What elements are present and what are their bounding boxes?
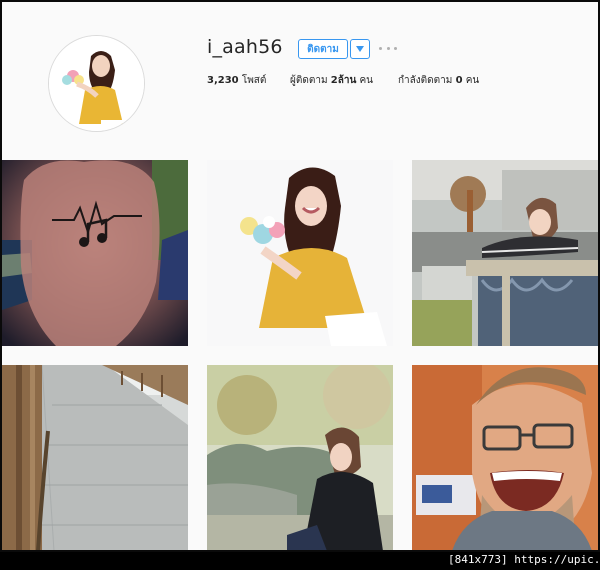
post-tile[interactable] — [207, 160, 393, 346]
followers-value: 2ล้าน — [330, 75, 357, 86]
hand-tattoo-photo — [2, 160, 188, 346]
profile-page: i_aah56 ติดตาม 3,230 โพสต์ ผู้ติดตาม 2ล้… — [0, 0, 600, 552]
following-suffix: คน — [465, 75, 480, 86]
woman-balcony-photo — [412, 160, 598, 346]
following-prefix: กำลังติดตาม — [398, 75, 453, 86]
following-value: 0 — [455, 75, 463, 86]
woman-yellow-sweater-photo — [207, 160, 393, 346]
wooden-boardwalk-photo — [2, 365, 188, 550]
follow-button[interactable]: ติดตาม — [298, 39, 348, 59]
posts-value: 3,230 — [207, 75, 239, 86]
followers-count[interactable]: ผู้ติดตาม 2ล้าน คน — [290, 73, 373, 88]
image-watermark: [841x773] https://upic.me/ — [448, 553, 600, 566]
post-tile[interactable] — [412, 160, 598, 346]
more-options-button[interactable] — [379, 43, 397, 53]
post-tile[interactable] — [412, 365, 598, 550]
followers-suffix: คน — [359, 75, 374, 86]
followers-prefix: ผู้ติดตาม — [290, 75, 328, 86]
following-count[interactable]: กำลังติดตาม 0 คน — [398, 73, 479, 88]
profile-avatar[interactable] — [48, 35, 145, 132]
chevron-down-icon — [356, 46, 364, 52]
post-tile[interactable] — [207, 365, 393, 550]
posts-count[interactable]: 3,230 โพสต์ — [207, 73, 266, 88]
laughing-man-photo — [412, 365, 598, 550]
ellipsis-icon — [379, 46, 382, 50]
post-tile[interactable] — [2, 365, 188, 550]
profile-username: i_aah56 — [207, 36, 283, 58]
posts-label: โพสต์ — [241, 75, 267, 86]
post-tile[interactable] — [2, 160, 188, 346]
woman-black-jacket-photo — [207, 365, 393, 550]
avatar-photo — [49, 36, 144, 131]
follow-dropdown-button[interactable] — [350, 39, 370, 59]
